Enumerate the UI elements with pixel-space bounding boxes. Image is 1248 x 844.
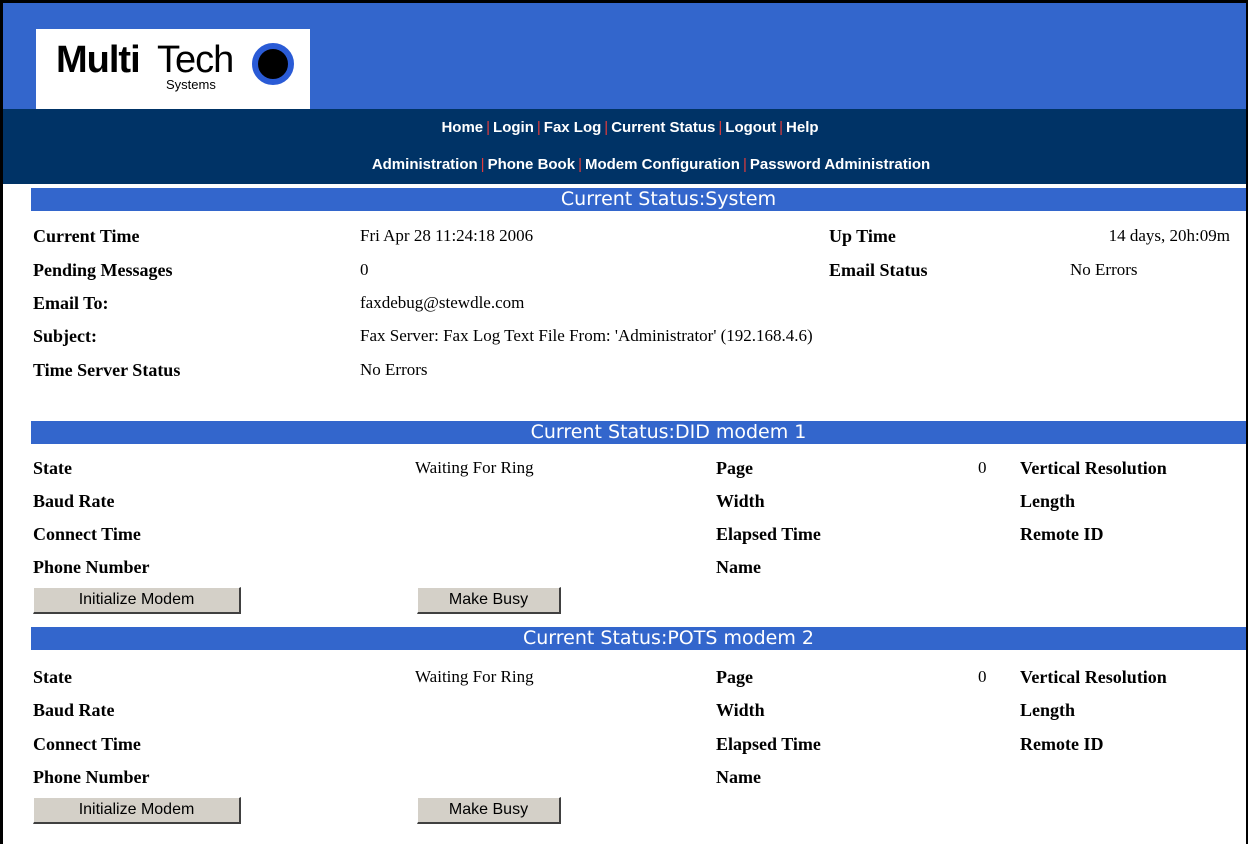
label-phone-number: Phone Number	[33, 557, 150, 577]
label-current-time: Current Time	[33, 226, 140, 246]
label-remote-id: Remote ID	[1020, 524, 1104, 544]
logo-text-tech: Tech	[157, 39, 234, 81]
section-header-modem-1: Current Status:DID modem 1	[31, 421, 1246, 444]
label-baud-rate: Baud Rate	[33, 491, 115, 511]
label-email-to: Email To:	[33, 293, 109, 313]
label-elapsed-time: Elapsed Time	[716, 734, 821, 754]
value-email-to: faxdebug@stewdle.com	[360, 293, 525, 312]
nav-link-password-administration[interactable]: Password Administration	[747, 156, 933, 173]
logo-text-systems: Systems	[166, 77, 216, 92]
value-pending-messages: 0	[360, 260, 369, 279]
label-time-server-status: Time Server Status	[33, 360, 181, 380]
logo-circle-icon	[252, 43, 294, 85]
label-width: Width	[716, 491, 765, 511]
nav-row-secondary: Administration | Phone Book | Modem Configur…	[3, 156, 1246, 173]
label-length: Length	[1020, 491, 1076, 511]
label-subject: Subject:	[33, 326, 97, 346]
label-state: State	[33, 667, 72, 687]
label-name: Name	[716, 557, 761, 577]
nav-row-primary: Home | Login | Fax Log | Current Status | Logout…	[3, 119, 1246, 136]
label-name: Name	[716, 767, 761, 787]
label-page: Page	[716, 458, 753, 478]
initialize-modem-button[interactable]: Initialize Modem	[33, 587, 241, 614]
value-state: Waiting For Ring	[415, 667, 534, 686]
value-time-server-status: No Errors	[360, 360, 428, 379]
make-busy-button[interactable]: Make Busy	[417, 797, 561, 824]
value-page: 0	[978, 458, 987, 477]
nav-separator: |	[480, 156, 485, 173]
site-header: Multi Tech Systems	[3, 3, 1246, 109]
section-header-modem-2: Current Status:POTS modem 2	[31, 627, 1246, 650]
label-state: State	[33, 458, 72, 478]
label-connect-time: Connect Time	[33, 734, 141, 754]
value-email-status: No Errors	[1070, 260, 1138, 279]
nav-link-logout[interactable]: Logout	[722, 119, 779, 136]
nav-link-administration[interactable]: Administration	[369, 156, 481, 173]
label-phone-number: Phone Number	[33, 767, 150, 787]
value-page: 0	[978, 667, 987, 686]
label-email-status: Email Status	[829, 260, 928, 280]
nav-link-home[interactable]: Home	[438, 119, 486, 136]
value-up-time: 14 days, 20h:09m	[1108, 226, 1230, 245]
label-remote-id: Remote ID	[1020, 734, 1104, 754]
nav-link-current-status[interactable]: Current Status	[608, 119, 718, 136]
label-length: Length	[1020, 700, 1076, 720]
value-subject: Fax Server: Fax Log Text File From: 'Adm…	[360, 326, 813, 345]
label-up-time: Up Time	[829, 226, 896, 246]
initialize-modem-button[interactable]: Initialize Modem	[33, 797, 241, 824]
nav-link-help[interactable]: Help	[783, 119, 822, 136]
label-page: Page	[716, 667, 753, 687]
value-current-time: Fri Apr 28 11:24:18 2006	[360, 226, 534, 245]
main-navigation: Home | Login | Fax Log | Current Status | Logout…	[3, 109, 1246, 184]
value-state: Waiting For Ring	[415, 458, 534, 477]
label-elapsed-time: Elapsed Time	[716, 524, 821, 544]
label-connect-time: Connect Time	[33, 524, 141, 544]
nav-link-modem-configuration[interactable]: Modem Configuration	[582, 156, 743, 173]
nav-link-fax-log[interactable]: Fax Log	[541, 119, 605, 136]
label-baud-rate: Baud Rate	[33, 700, 115, 720]
label-vertical-resolution: Vertical Resolution	[1020, 667, 1167, 687]
label-pending-messages: Pending Messages	[33, 260, 173, 280]
nav-link-phone-book[interactable]: Phone Book	[485, 156, 579, 173]
section-header-system: Current Status:System	[31, 188, 1246, 211]
label-vertical-resolution: Vertical Resolution	[1020, 458, 1167, 478]
make-busy-button[interactable]: Make Busy	[417, 587, 561, 614]
logo-text-multi: Multi	[56, 39, 141, 81]
nav-link-login[interactable]: Login	[490, 119, 537, 136]
label-width: Width	[716, 700, 765, 720]
multitech-logo: Multi Tech Systems	[36, 29, 310, 109]
